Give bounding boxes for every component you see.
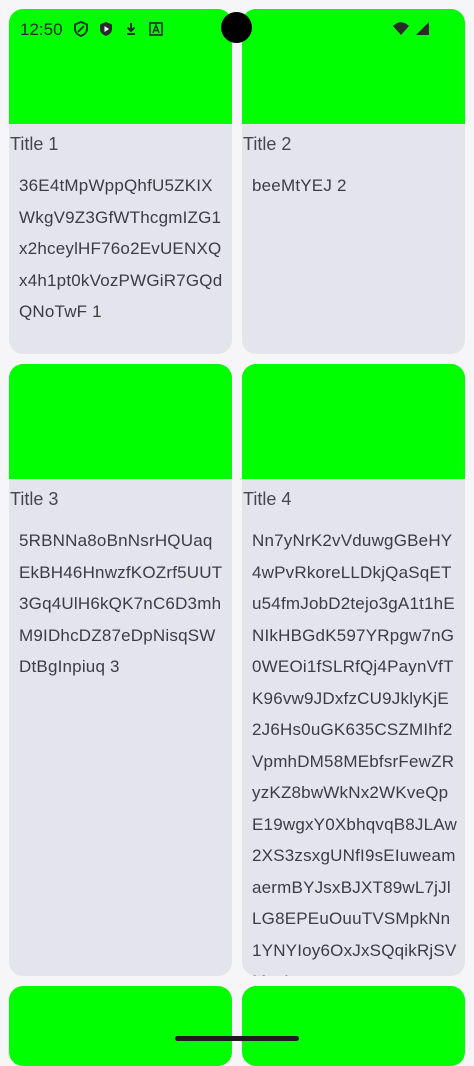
card-image bbox=[9, 364, 232, 479]
card-5[interactable] bbox=[9, 986, 232, 1066]
home-indicator[interactable] bbox=[175, 1036, 299, 1041]
signal-icon bbox=[414, 21, 430, 42]
card-title: Title 4 bbox=[243, 489, 292, 509]
card-image bbox=[242, 986, 465, 1066]
card-body: 5RBNNa8oBnNsrHQUaqEkBH46HnwzfKOZrf5UUT3G… bbox=[19, 531, 223, 676]
play-protect-icon bbox=[98, 21, 114, 37]
card-4[interactable]: Title 4 Nn7yNrK2vVduwgGBeHY4wPvRkoreLLDk… bbox=[242, 364, 465, 976]
card-3[interactable]: Title 3 5RBNNa8oBnNsrHQUaqEkBH46HnwzfKOZ… bbox=[9, 364, 232, 976]
status-bar: 12:50 bbox=[0, 0, 474, 62]
card-title: Title 1 bbox=[10, 134, 59, 154]
card-image bbox=[9, 986, 232, 1066]
android-auto-icon bbox=[148, 21, 164, 37]
card-title: Title 2 bbox=[243, 134, 292, 154]
system-icons bbox=[392, 21, 430, 42]
shield-icon bbox=[73, 21, 89, 37]
download-icon bbox=[123, 21, 139, 37]
card-body: 36E4tMpWppQhfU5ZKIXWkgV9Z3GfWThcgmIZG1x2… bbox=[19, 176, 223, 321]
status-time: 12:50 bbox=[20, 20, 63, 39]
wifi-icon bbox=[392, 21, 410, 42]
card-image bbox=[242, 364, 465, 479]
card-6[interactable] bbox=[242, 986, 465, 1066]
card-body: Nn7yNrK2vVduwgGBeHY4wPvRkoreLLDkjQaSqETu… bbox=[252, 531, 457, 976]
card-body: beeMtYEJ 2 bbox=[252, 176, 347, 195]
camera-cutout bbox=[221, 12, 252, 43]
card-title: Title 3 bbox=[10, 489, 59, 509]
notification-icons bbox=[73, 21, 164, 37]
